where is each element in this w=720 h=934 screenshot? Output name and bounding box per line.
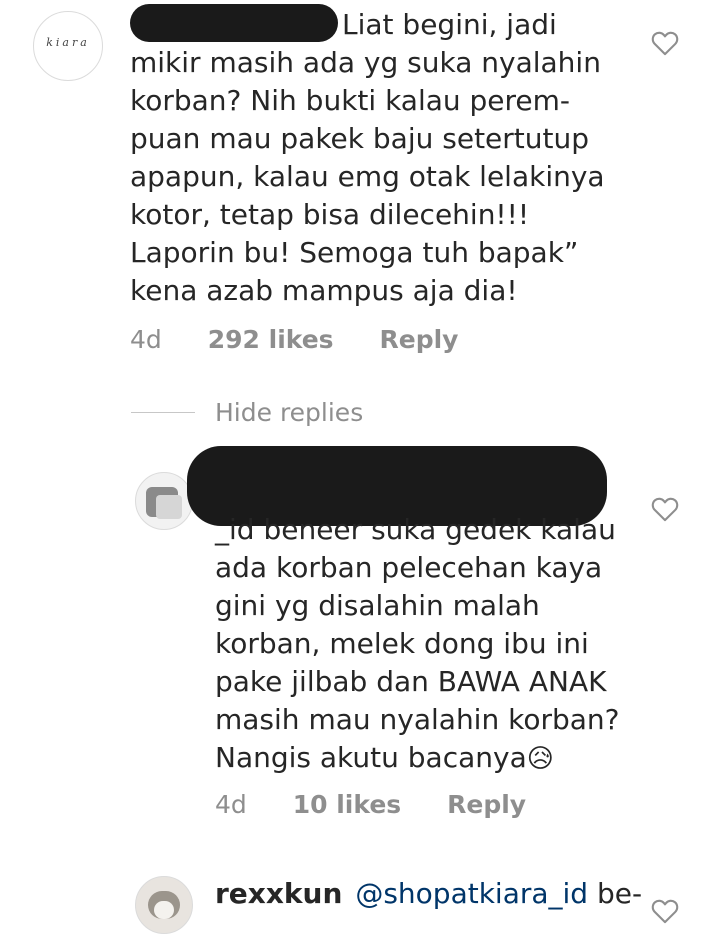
reply2-text-start: be- [596,877,643,910]
reply-time: 4d [215,790,247,819]
heart-icon[interactable] [651,30,679,56]
comment-reply-button[interactable]: Reply [380,325,459,354]
comment-line: puan mau pakek baju setertutup [130,122,590,155]
reply-line: pake jilbab dan BAWA ANAK [215,665,607,698]
avatar-kiara[interactable]: kiara [33,11,103,81]
hide-replies-divider [131,412,195,413]
sad-face-emoji: 😥 [526,744,554,774]
reply-first-line: _id beneer suka gedek kalau [215,513,616,546]
avatar-reply-user[interactable] [135,472,193,530]
avatar-logo-text: kiara [46,36,90,49]
reply-meta-row: 4d 10 likes Reply [215,790,526,819]
reply-line: gini yg disalahin malah [215,589,540,622]
comment-likes-link[interactable]: 292 likes [208,325,334,354]
comment-meta-row: 4d 292 likes Reply [130,325,458,354]
reply-reply-button[interactable]: Reply [447,790,526,819]
reply2-text: rexxkun @shopatkiara_id be- [215,875,642,913]
comment-first-line: Liat begini, jadi [342,8,557,41]
reply-text: _id beneer suka gedek kalau ada korban p… [215,511,620,778]
hide-replies-button[interactable]: Hide replies [215,398,363,427]
cat-photo-shape [154,901,174,919]
comment-line: kotor, tetap bisa dilecehin!!! [130,198,530,231]
comment-line: kena azab mampus aja dia! [130,274,518,307]
comment-line: mikir masih ada yg suka nyalahin [130,46,601,79]
comment-line: apapun, kalau emg otak lelakinya [130,160,605,193]
avatar-rexxkun[interactable] [135,876,193,934]
comment-time: 4d [130,325,162,354]
avatar-photo-shape [156,495,182,519]
reply2-mention[interactable]: @shopatkiara_id [355,877,588,910]
reply-line: masih mau nyalahin korban? [215,703,620,736]
comment-text: Liat begini, jadi mikir masih ada yg suk… [130,6,605,310]
heart-icon[interactable] [651,496,679,522]
comment-line: Laporin bu! Semoga tuh bapak” [130,236,579,269]
reply-line: ada korban pelecehan kaya [215,551,603,584]
heart-icon[interactable] [651,898,679,924]
reply-line: korban, melek dong ibu ini [215,627,589,660]
comment-line: korban? Nih bukti kalau perem- [130,84,571,117]
reply2-username[interactable]: rexxkun [215,877,342,910]
reply-likes-link[interactable]: 10 likes [293,790,401,819]
reply-line: Nangis akutu bacanya [215,741,527,774]
